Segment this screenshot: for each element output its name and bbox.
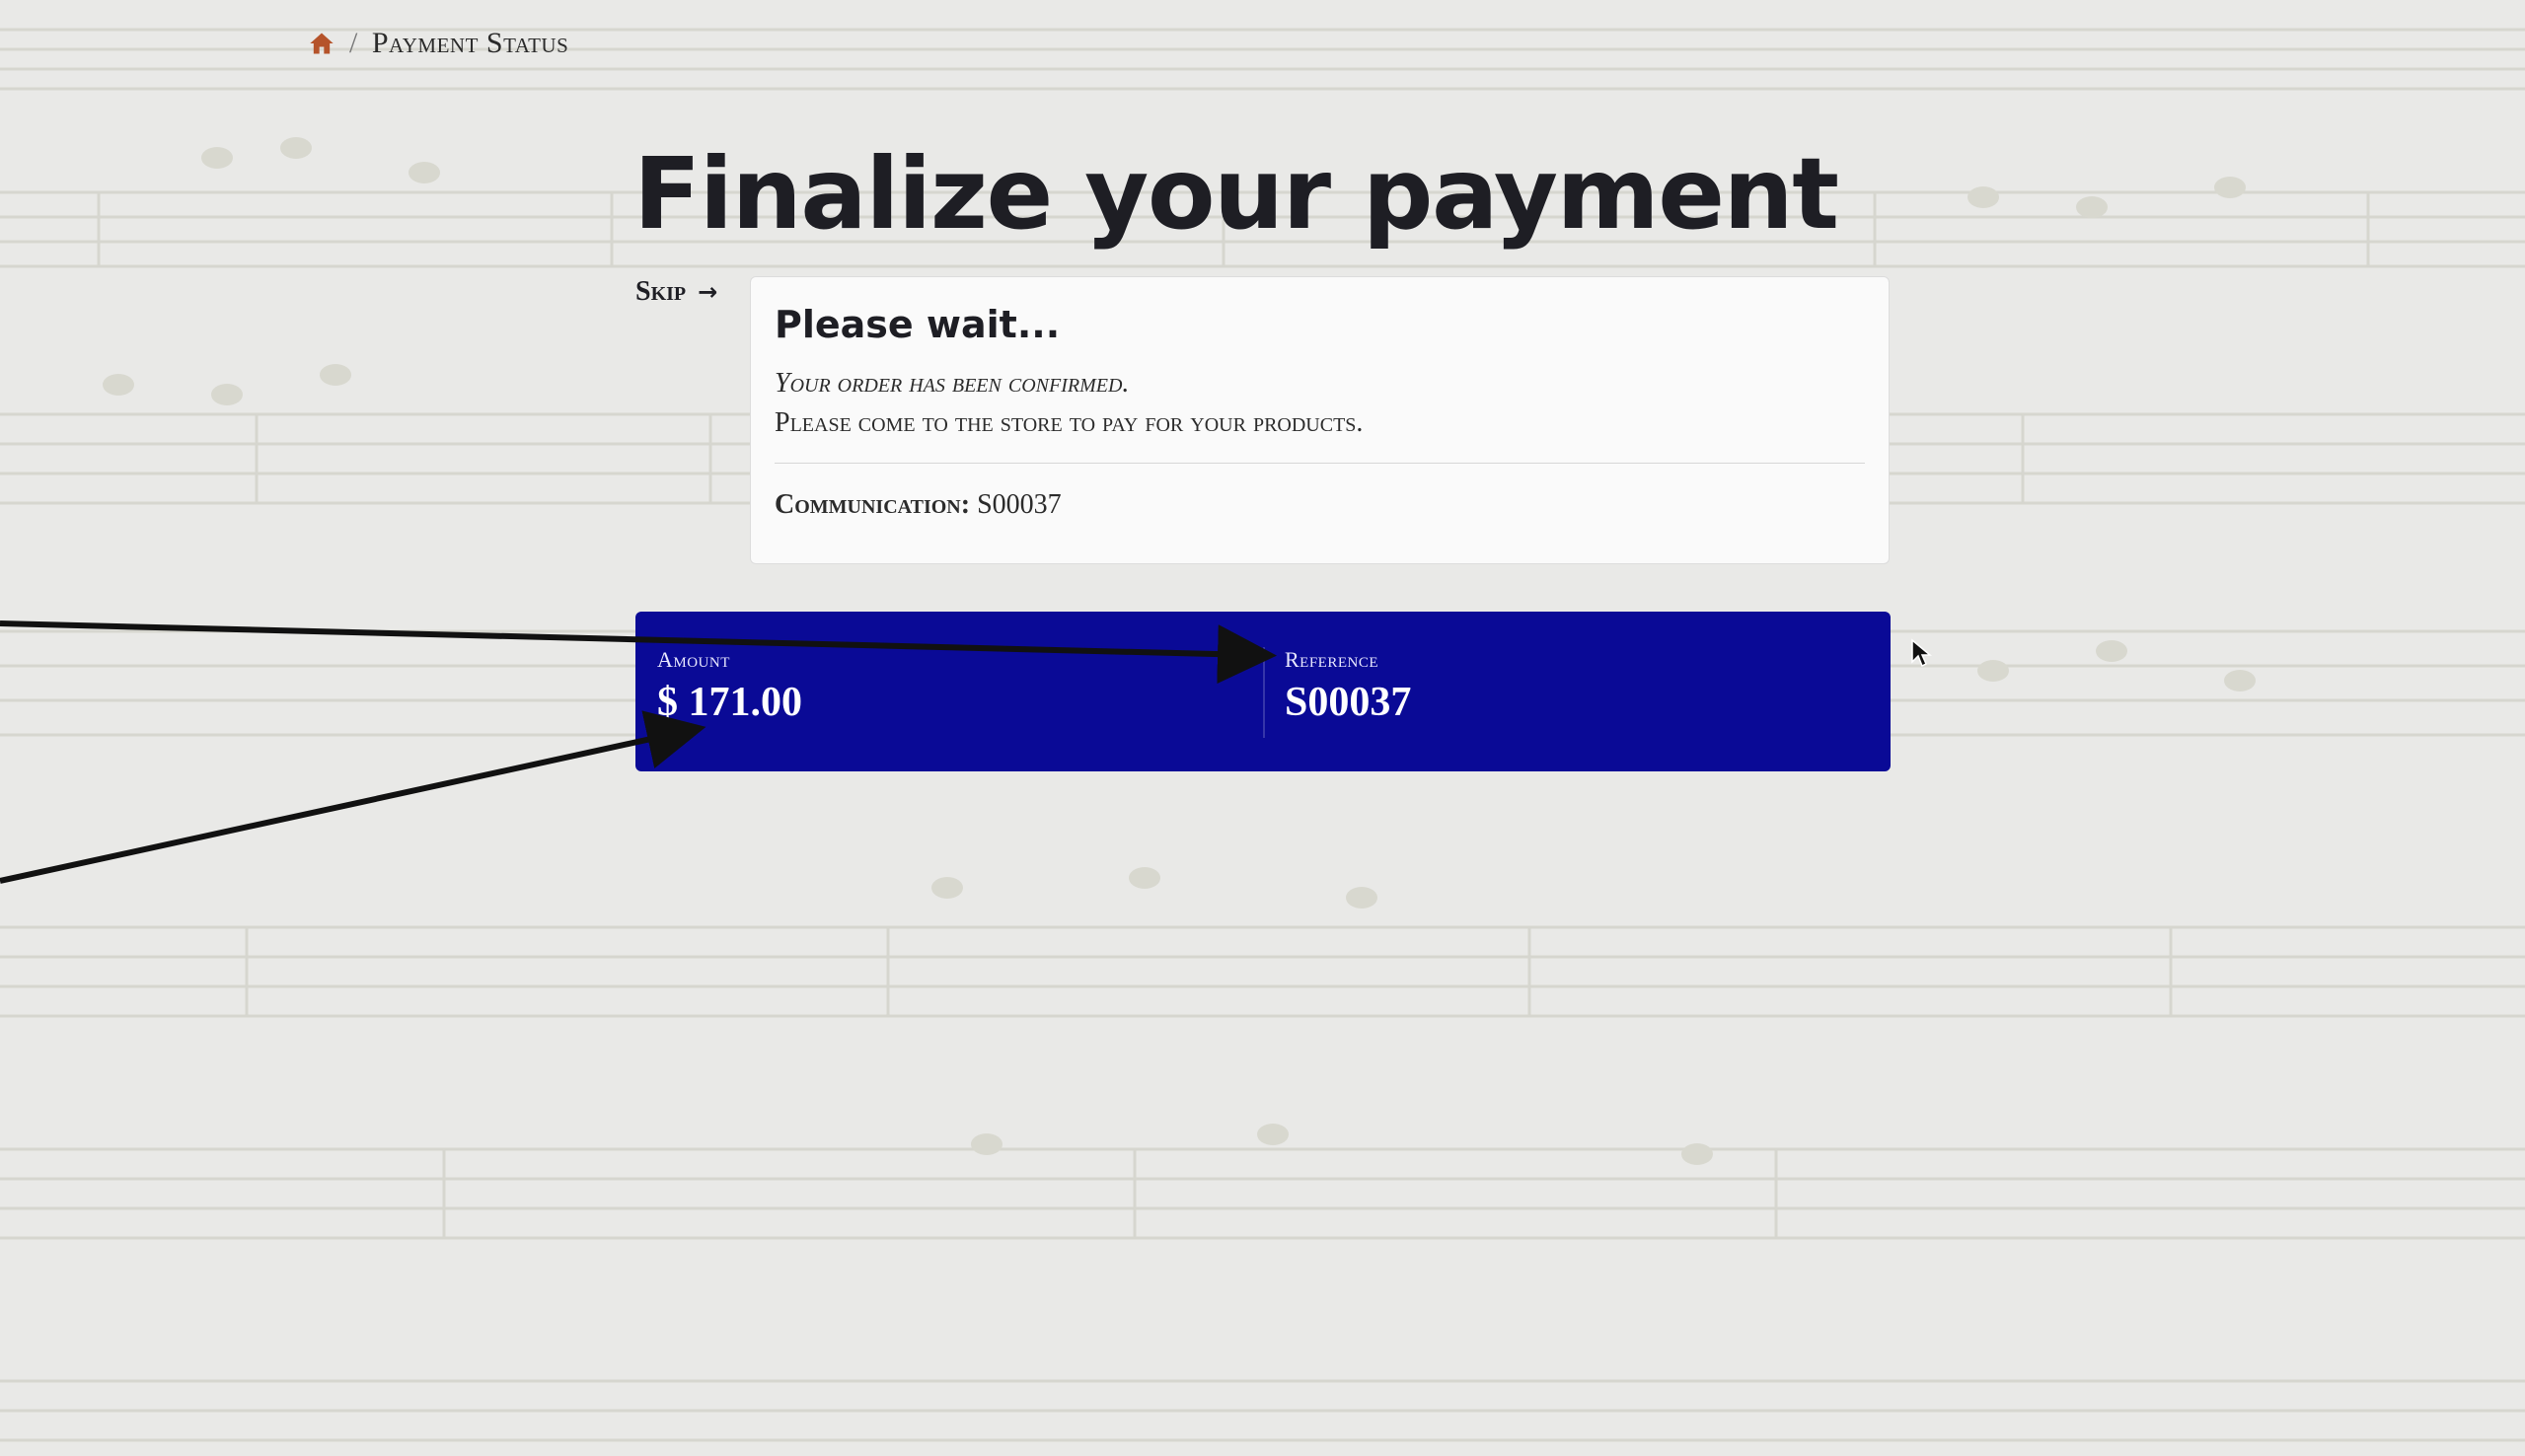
communication-row: Communication: S00037 bbox=[775, 489, 1865, 521]
reference-column: Reference S00037 bbox=[1263, 612, 1891, 771]
pay-in-store-text: Please come to the store to pay for your… bbox=[775, 407, 1364, 438]
skip-label: Skip bbox=[635, 276, 687, 307]
order-confirmed-text: Your order has been confirmed. bbox=[775, 368, 1130, 399]
mouse-cursor-icon bbox=[1911, 638, 1932, 668]
page-title: Finalize your payment bbox=[633, 136, 1839, 252]
payment-status-card: Please wait... Your order has been confi… bbox=[750, 276, 1890, 564]
communication-label: Communication: bbox=[775, 489, 971, 520]
amount-label: Amount bbox=[657, 647, 730, 672]
breadcrumb: / Payment Status bbox=[308, 22, 568, 65]
home-icon[interactable] bbox=[308, 30, 335, 57]
status-heading: Please wait... bbox=[775, 303, 1061, 346]
arrow-right-icon: → bbox=[698, 278, 718, 306]
amount-value: $ 171.00 bbox=[657, 680, 802, 725]
reference-value: S00037 bbox=[1285, 680, 1412, 725]
reference-label: Reference bbox=[1285, 647, 1379, 672]
amount-column: Amount $ 171.00 bbox=[635, 612, 1263, 771]
breadcrumb-separator: / bbox=[349, 27, 358, 59]
card-divider bbox=[775, 463, 1865, 464]
breadcrumb-current: Payment Status bbox=[371, 27, 569, 59]
communication-value: S00037 bbox=[977, 489, 1062, 520]
payment-summary: Amount $ 171.00 Reference S00037 bbox=[635, 612, 1891, 771]
skip-link[interactable]: Skip → bbox=[635, 276, 717, 308]
